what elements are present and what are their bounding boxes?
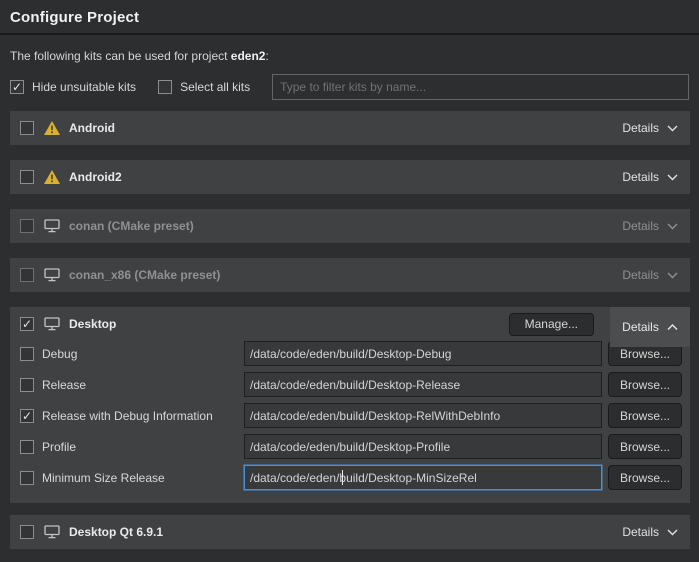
chevron-down-icon — [667, 272, 678, 279]
config-label: Release with Debug Information — [42, 409, 234, 423]
path-field-wrap — [244, 434, 602, 459]
hide-unsuitable-kits-option[interactable]: ✓ Hide unsuitable kits — [10, 80, 136, 94]
desktop-monitor-icon — [44, 317, 60, 331]
kit-name: Desktop — [69, 317, 116, 331]
select-all-label: Select all kits — [180, 80, 250, 94]
kit-checkbox[interactable] — [20, 170, 34, 184]
config-label: Release — [42, 378, 234, 392]
path-field-wrap — [244, 403, 602, 428]
path-field-wrap — [244, 372, 602, 397]
details-label: Details — [622, 121, 659, 135]
details-toggle: Details — [620, 268, 680, 282]
page-header: Configure Project — [0, 0, 699, 35]
kit-name: Android — [69, 121, 115, 135]
desktop-monitor-icon — [44, 268, 60, 282]
kit-list: Android Details Android2 Details conan (… — [0, 111, 699, 549]
kit-checkbox[interactable]: ✓ — [20, 317, 34, 331]
chevron-down-icon — [667, 223, 678, 230]
kit-row-conan[interactable]: conan (CMake preset) Details — [10, 209, 690, 243]
browse-button[interactable]: Browse... — [608, 434, 682, 459]
kit-checkbox[interactable] — [20, 219, 34, 233]
details-label: Details — [622, 320, 659, 334]
chevron-down-icon — [667, 174, 678, 181]
chevron-down-icon — [667, 125, 678, 132]
build-dir-input-profile[interactable] — [244, 434, 602, 459]
details-toggle-area[interactable]: Details — [610, 307, 690, 347]
kit-checkbox[interactable] — [20, 121, 34, 135]
kit-name: conan (CMake preset) — [69, 219, 194, 233]
details-toggle: Details — [620, 219, 680, 233]
browse-button[interactable]: Browse... — [608, 465, 682, 490]
subtitle-colon: : — [265, 49, 268, 63]
config-label: Profile — [42, 440, 234, 454]
config-checkbox[interactable]: ✓ — [20, 409, 34, 423]
project-name: eden2 — [231, 49, 266, 63]
details-toggle[interactable]: Details — [620, 320, 680, 334]
config-row-relwithdebinfo: ✓ Release with Debug Information Browse.… — [20, 403, 682, 428]
kit-row-android2[interactable]: Android2 Details — [10, 160, 690, 194]
kit-checkbox[interactable] — [20, 268, 34, 282]
browse-button[interactable]: Browse... — [608, 403, 682, 428]
config-row-release: Release Browse... — [20, 372, 682, 397]
details-label: Details — [622, 219, 659, 233]
details-toggle[interactable]: Details — [620, 170, 680, 184]
kit-filter-input[interactable] — [272, 74, 689, 100]
config-label: Debug — [42, 347, 234, 361]
kit-checkbox[interactable] — [20, 525, 34, 539]
chevron-up-icon — [667, 324, 678, 331]
kit-row-conan-x86[interactable]: conan_x86 (CMake preset) Details — [10, 258, 690, 292]
kit-name: Desktop Qt 6.9.1 — [69, 525, 163, 539]
text-cursor — [342, 470, 343, 485]
desktop-monitor-icon — [44, 525, 60, 539]
kit-row-android[interactable]: Android Details — [10, 111, 690, 145]
config-checkbox[interactable] — [20, 440, 34, 454]
kit-row-desktop[interactable]: ✓ Desktop Manage... — [10, 307, 690, 341]
warning-icon — [44, 170, 60, 184]
subtitle-text: The following kits can be used for proje… — [10, 49, 231, 63]
hide-unsuitable-checkbox[interactable]: ✓ — [10, 80, 24, 94]
config-checkbox[interactable] — [20, 471, 34, 485]
kit-filter-controls: ✓ Hide unsuitable kits Select all kits — [10, 74, 689, 100]
kits-subtitle: The following kits can be used for proje… — [10, 49, 689, 63]
desktop-monitor-icon — [44, 219, 60, 233]
page-title: Configure Project — [10, 9, 689, 26]
config-checkbox[interactable] — [20, 378, 34, 392]
config-label: Minimum Size Release — [42, 471, 234, 485]
kit-row-desktop-qt[interactable]: Desktop Qt 6.9.1 Details — [10, 515, 690, 549]
browse-button[interactable]: Browse... — [608, 372, 682, 397]
build-dir-input-debug[interactable] — [244, 341, 602, 366]
kit-name: conan_x86 (CMake preset) — [69, 268, 220, 282]
build-dir-input-minsizerel[interactable] — [244, 465, 602, 490]
path-field-wrap — [244, 341, 602, 366]
details-toggle[interactable]: Details — [620, 121, 680, 135]
config-checkbox[interactable] — [20, 347, 34, 361]
details-label: Details — [622, 525, 659, 539]
select-all-kits-option[interactable]: Select all kits — [158, 80, 250, 94]
config-row-profile: Profile Browse... — [20, 434, 682, 459]
path-field-wrap — [244, 465, 602, 490]
chevron-down-icon — [667, 529, 678, 536]
kit-name: Android2 — [69, 170, 122, 184]
build-dir-input-release[interactable] — [244, 372, 602, 397]
config-row-debug: Debug Browse... — [20, 341, 682, 366]
hide-unsuitable-label: Hide unsuitable kits — [32, 80, 136, 94]
manage-kits-button[interactable]: Manage... — [509, 313, 594, 336]
config-row-minsizerel: Minimum Size Release Browse... — [20, 465, 682, 490]
details-toggle[interactable]: Details — [620, 525, 680, 539]
build-dir-input-relwithdebinfo[interactable] — [244, 403, 602, 428]
details-label: Details — [622, 170, 659, 184]
select-all-checkbox[interactable] — [158, 80, 172, 94]
details-label: Details — [622, 268, 659, 282]
warning-icon — [44, 121, 60, 135]
kit-panel-desktop: Details ✓ Desktop Manage... Debug Browse… — [10, 307, 690, 503]
